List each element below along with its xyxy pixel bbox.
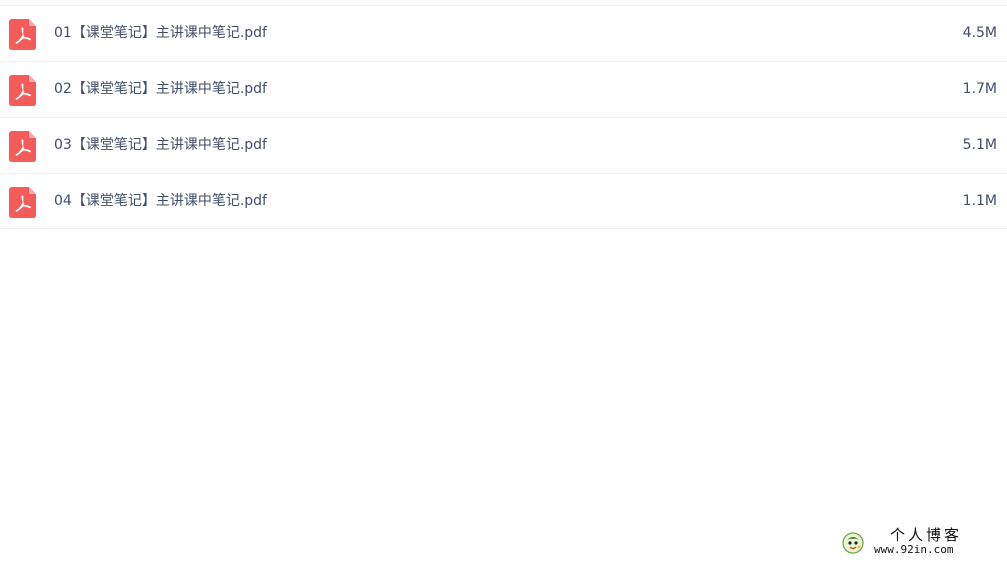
file-size: 5.1M [962, 137, 997, 153]
pdf-file-icon [9, 187, 36, 218]
watermark-title: 个人博客 [890, 526, 963, 544]
file-name[interactable]: 01【课堂笔记】主讲课中笔记.pdf [54, 24, 267, 42]
file-name[interactable]: 04【课堂笔记】主讲课中笔记.pdf [54, 192, 267, 210]
blog-watermark: 个人博客 www.92in.com [842, 527, 998, 557]
file-row[interactable]: 01【课堂笔记】主讲课中笔记.pdf 4.5M [0, 5, 1007, 61]
pdf-file-icon [9, 19, 36, 50]
file-row[interactable]: 02【课堂笔记】主讲课中笔记.pdf 1.7M [0, 61, 1007, 117]
file-size: 1.1M [962, 193, 997, 209]
file-size: 4.5M [962, 25, 997, 41]
file-name[interactable]: 03【课堂笔记】主讲课中笔记.pdf [54, 136, 267, 154]
file-row[interactable]: 03【课堂笔记】主讲课中笔记.pdf 5.1M [0, 117, 1007, 173]
file-list: 01【课堂笔记】主讲课中笔记.pdf 4.5M 02【课堂笔记】主讲课中笔记.p… [0, 5, 1007, 229]
watermark-url: www.92in.com [874, 543, 954, 556]
pdf-file-icon [9, 75, 36, 106]
file-size: 1.7M [962, 81, 997, 97]
blog-logo-icon [842, 532, 864, 554]
file-name[interactable]: 02【课堂笔记】主讲课中笔记.pdf [54, 80, 267, 98]
file-row[interactable]: 04【课堂笔记】主讲课中笔记.pdf 1.1M [0, 173, 1007, 229]
pdf-file-icon [9, 131, 36, 162]
